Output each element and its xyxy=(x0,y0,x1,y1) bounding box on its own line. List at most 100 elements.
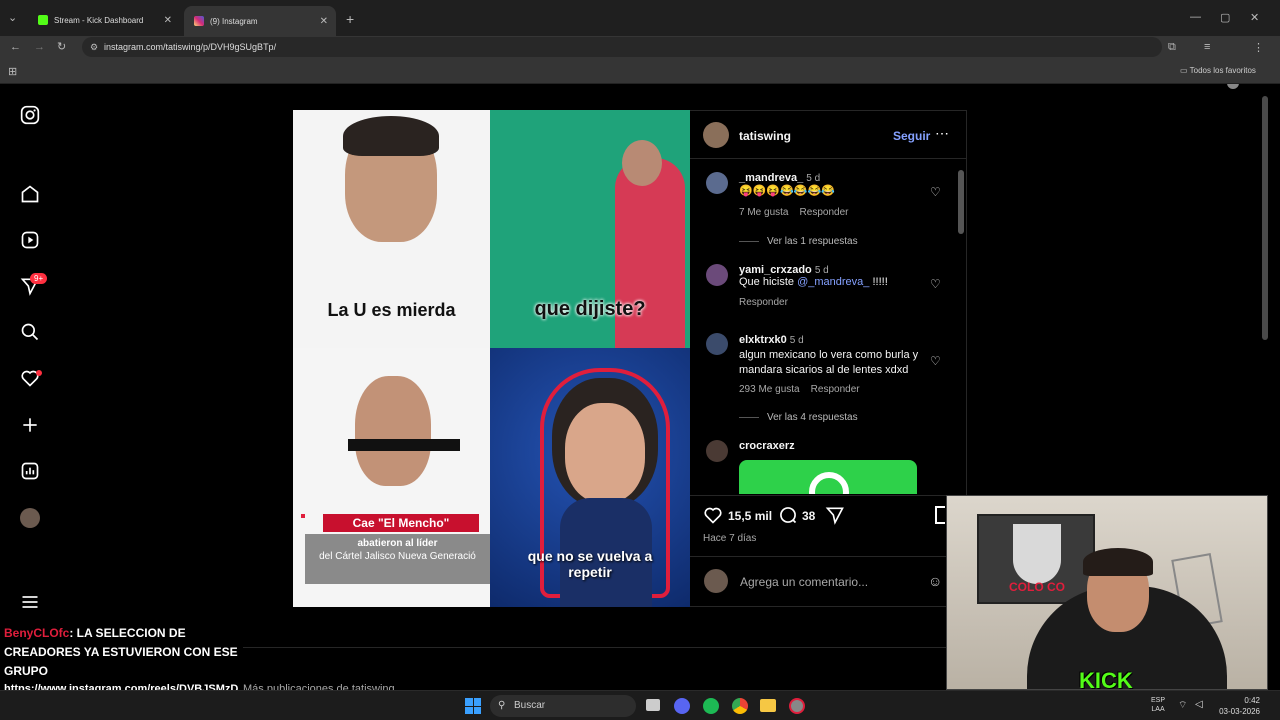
apps-grid-icon[interactable]: ⊞ xyxy=(8,65,17,78)
instagram-logo-icon[interactable] xyxy=(19,104,41,126)
spotify-icon[interactable] xyxy=(703,698,719,714)
view-replies-button[interactable]: Ver las 1 respuestas xyxy=(739,236,858,247)
tab-list-icon[interactable]: ⌄ xyxy=(8,11,17,24)
taskbar-search[interactable]: ⚲ Buscar xyxy=(490,695,636,717)
back-icon[interactable]: ← xyxy=(10,41,21,53)
notification-dot xyxy=(36,370,42,376)
clock-date: 03-03-2026 xyxy=(1219,707,1260,716)
comment-icon[interactable] xyxy=(778,505,798,530)
comment-username[interactable]: elxktrxk0 xyxy=(739,334,787,346)
comment-text-part: !!!!! xyxy=(869,276,888,288)
meme-panel-top-right: que dijiste? xyxy=(490,110,690,348)
close-tab-icon[interactable]: ✕ xyxy=(164,15,172,26)
comments-scrollbar[interactable] xyxy=(958,170,964,234)
search-icon: ⚲ xyxy=(498,700,506,711)
author-avatar[interactable] xyxy=(703,122,729,148)
face-image xyxy=(565,403,645,503)
reload-icon[interactable]: ↻ xyxy=(57,40,66,53)
like-post-icon[interactable] xyxy=(703,505,723,530)
task-view-icon[interactable] xyxy=(646,699,660,711)
language-indicator[interactable]: ESP LAA xyxy=(1151,696,1165,714)
create-plus-icon[interactable] xyxy=(19,414,41,436)
site-info-icon[interactable]: ⚙ xyxy=(90,37,98,57)
minimize-icon[interactable]: — xyxy=(1190,11,1201,23)
like-comment-icon[interactable]: ♡ xyxy=(930,277,941,291)
page-scrollbar[interactable] xyxy=(1262,96,1268,340)
chrome-icon[interactable] xyxy=(732,698,748,714)
all-bookmarks-folder[interactable]: ▭ Todos los favoritos xyxy=(1180,66,1256,75)
folder-icon: ▭ xyxy=(1180,66,1190,75)
volume-icon[interactable]: ◁ xyxy=(1195,699,1203,710)
more-menu-icon[interactable] xyxy=(19,591,41,613)
comments-count[interactable]: 38 xyxy=(802,509,815,523)
like-comment-icon[interactable]: ♡ xyxy=(930,354,941,368)
view-replies-label: Ver las 4 respuestas xyxy=(767,412,858,423)
address-bar[interactable]: ⚙ instagram.com/tatiswing/p/DVH9gSUgBTp/ xyxy=(82,37,1162,57)
windows-start-icon[interactable] xyxy=(465,698,481,714)
sticker-circle xyxy=(809,472,849,494)
banner-text: COLO CO xyxy=(1009,580,1065,594)
commenter-avatar[interactable] xyxy=(706,440,728,462)
tab-kick-dashboard[interactable]: Stream - Kick Dashboard ✕ xyxy=(28,8,180,32)
news-tag: Cae "El Mencho" xyxy=(323,514,479,532)
obs-icon[interactable] xyxy=(789,698,805,714)
add-comment-input[interactable]: Agrega un comentario... xyxy=(740,575,868,589)
more-options-icon[interactable]: ⋯ xyxy=(935,125,949,142)
bookmarks-bar: ⊞ ▭ Todos los favoritos xyxy=(0,60,1280,84)
comment-username[interactable]: crocraxerz xyxy=(739,440,795,452)
save-bookmark-icon[interactable] xyxy=(935,506,945,524)
tab-instagram[interactable]: (9) Instagram ✕ xyxy=(184,6,336,36)
comment-text: Que hiciste @_mandreva_ !!!!! xyxy=(739,276,929,288)
author-username[interactable]: tatiswing xyxy=(739,129,791,143)
wifi-icon[interactable]: ⌔ xyxy=(1178,699,1187,712)
file-explorer-icon[interactable] xyxy=(760,699,776,712)
comment-item: _mandreva_ 5 d 😝😝😝😂😂😂😂 7 Me gusta Respon… xyxy=(739,172,929,218)
bookmarks-label: Todos los favoritos xyxy=(1189,66,1256,75)
new-tab-icon[interactable]: + xyxy=(346,11,354,27)
share-icon[interactable] xyxy=(825,505,845,530)
news-caption-line: del Cártel Jalisco Nueva Generació xyxy=(319,551,476,562)
search-icon[interactable] xyxy=(19,321,41,343)
media-icon[interactable]: ≡ xyxy=(1204,41,1210,53)
extensions-icon[interactable]: ⧉ xyxy=(1168,41,1176,54)
comment-age: 5 d xyxy=(806,173,821,184)
hair-image xyxy=(343,116,439,156)
comment-username[interactable]: yami_crxzado xyxy=(739,264,812,276)
menu-dots-icon[interactable]: ⋮ xyxy=(1253,41,1264,54)
forward-icon[interactable]: → xyxy=(34,41,45,53)
like-comment-icon[interactable]: ♡ xyxy=(930,185,941,199)
windows-taskbar: ⚲ Buscar ESP LAA ⌔ ◁ 0:42 03-03-2026 xyxy=(0,690,1280,720)
maximize-icon[interactable]: ▢ xyxy=(1220,11,1230,24)
post-image[interactable]: La U es mierda que dijiste? Cae "El Menc… xyxy=(293,110,690,607)
view-replies-button[interactable]: Ver las 4 respuestas xyxy=(739,412,858,423)
meme-caption: que no se vuelva a repetir xyxy=(527,548,653,580)
divider xyxy=(739,240,759,242)
mention-link[interactable]: @_mandreva_ xyxy=(797,276,869,288)
comment-likes[interactable]: 7 Me gusta xyxy=(739,207,788,218)
reply-button[interactable]: Responder xyxy=(739,297,788,308)
comment-likes[interactable]: 293 Me gusta xyxy=(739,384,800,395)
comment-text: 😝😝😝😂😂😂😂 xyxy=(739,185,835,197)
profile-avatar[interactable] xyxy=(20,508,40,528)
face-image xyxy=(355,376,431,486)
dashboard-icon[interactable] xyxy=(19,460,41,482)
kick-favicon-icon xyxy=(38,15,48,25)
reels-icon[interactable] xyxy=(19,229,41,251)
likes-count[interactable]: 15,5 mil xyxy=(728,509,772,523)
comment-username[interactable]: _mandreva_ xyxy=(739,172,803,184)
kick-logo: KICK xyxy=(1079,668,1133,690)
comment-sticker-image xyxy=(739,460,917,494)
clock[interactable]: 0:42 03-03-2026 xyxy=(1214,695,1260,717)
commenter-avatar[interactable] xyxy=(706,333,728,355)
commenter-avatar[interactable] xyxy=(706,172,728,194)
reply-button[interactable]: Responder xyxy=(811,384,860,395)
commenter-avatar[interactable] xyxy=(706,264,728,286)
emoji-icon[interactable]: ☺ xyxy=(928,573,942,589)
reply-button[interactable]: Responder xyxy=(800,207,849,218)
close-tab-icon[interactable]: ✕ xyxy=(320,16,328,27)
discord-icon[interactable] xyxy=(674,698,690,714)
follow-button[interactable]: Seguir xyxy=(893,129,930,143)
close-window-icon[interactable]: ✕ xyxy=(1250,11,1259,24)
home-icon[interactable] xyxy=(19,183,41,205)
lang-code: ESP xyxy=(1151,697,1166,704)
